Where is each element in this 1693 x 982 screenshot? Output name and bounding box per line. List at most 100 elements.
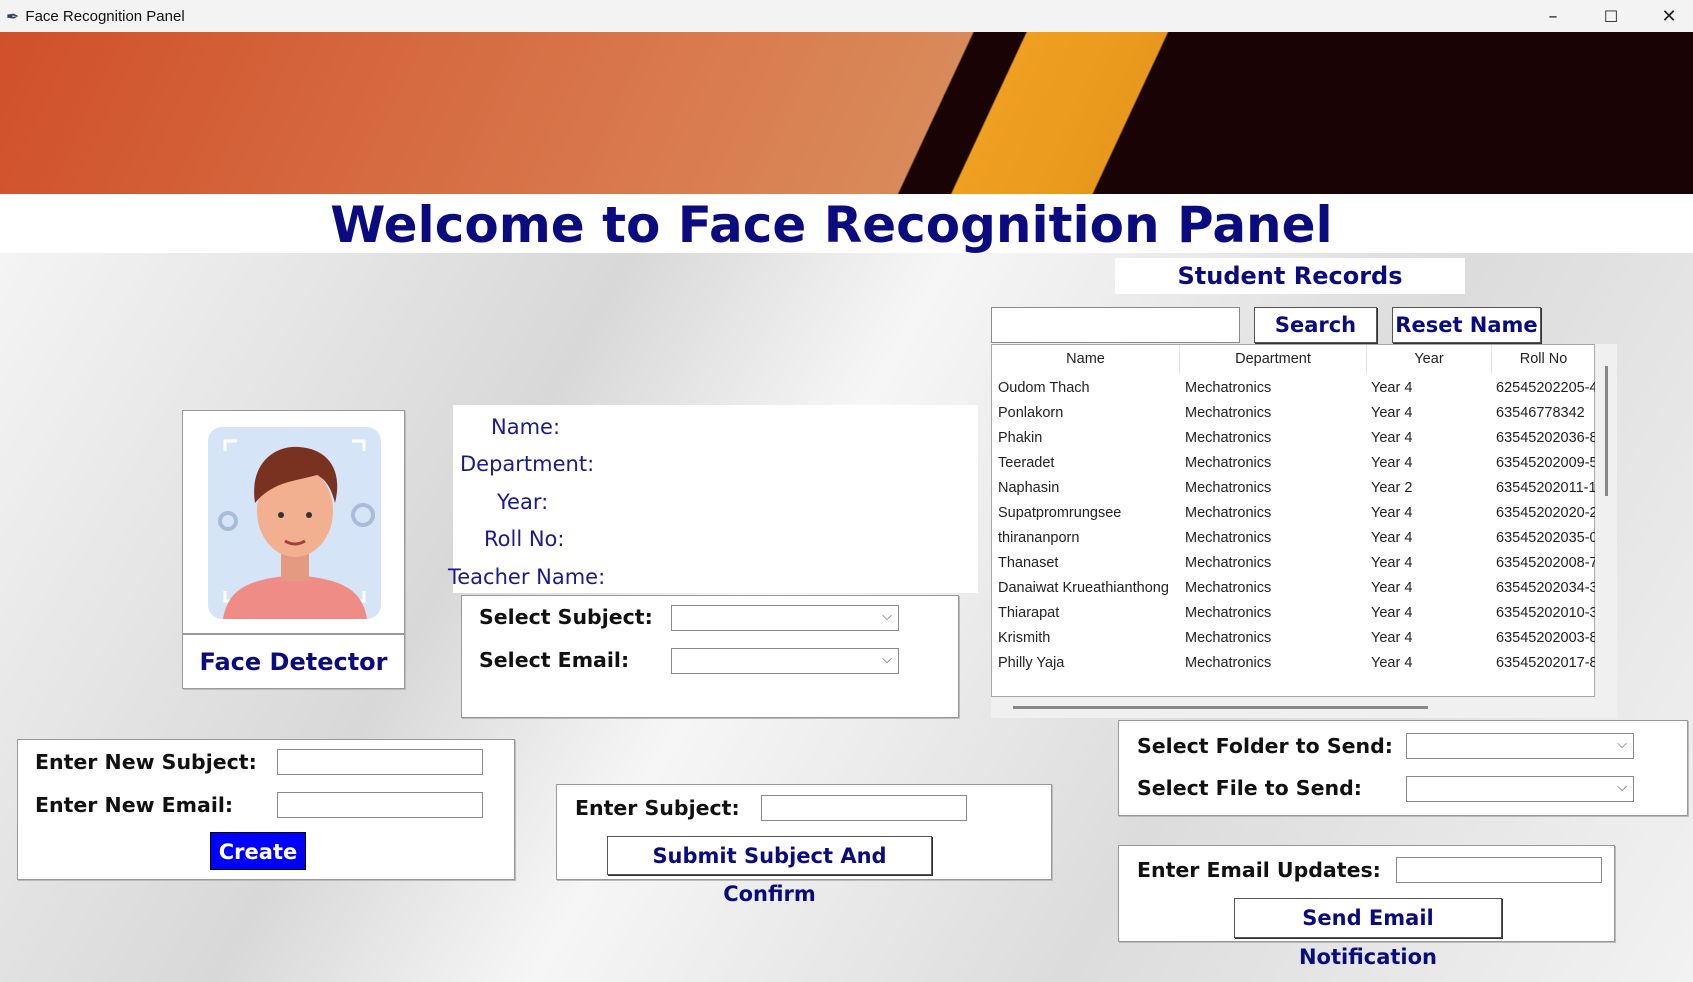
column-header-name[interactable]: Name (992, 345, 1180, 374)
send-file-panel: Select Folder to Send: ⌵ Select File to … (1118, 720, 1688, 816)
cell-year: Year 4 (1371, 630, 1413, 646)
window-title: Face Recognition Panel (25, 7, 185, 25)
cell-name: Supatpromrungsee (998, 505, 1122, 521)
table-row[interactable]: Danaiwat Krueathianthong Mechatronics Year… (992, 576, 1598, 601)
cell-year: Year 4 (1371, 505, 1413, 521)
select-folder-label: Select Folder to Send: (1137, 734, 1393, 758)
cell-name: Ponlakorn (998, 405, 1064, 421)
cell-department: Mechatronics (1185, 380, 1272, 396)
cell-department: Mechatronics (1185, 405, 1272, 421)
new-email-input[interactable] (277, 792, 483, 818)
student-table: Name Department Year Roll No Oudom Thach… (991, 344, 1598, 697)
cell-roll-no: 63545202011-1 (1496, 480, 1597, 496)
cell-roll-no: 63545202017-8 (1496, 655, 1598, 671)
email-combobox[interactable]: ⌵ (671, 648, 899, 674)
cell-roll-no: 63545202034-3 (1496, 580, 1598, 596)
table-row[interactable]: Philly Yaja Mechatronics Year 4 63545202017… (992, 651, 1598, 676)
horizontal-scrollbar[interactable] (991, 697, 1595, 718)
chevron-down-icon: ⌵ (1617, 780, 1627, 795)
table-row[interactable]: Krismith Mechatronics Year 4 63545202003-8 (992, 626, 1598, 651)
cell-name: Phakin (998, 430, 1043, 446)
cell-year: Year 2 (1371, 480, 1413, 496)
create-button[interactable]: Create (210, 832, 306, 870)
cell-roll-no: 63545202008-7 (1496, 555, 1598, 571)
department-label: Department: (460, 452, 595, 476)
vertical-scrollbar[interactable] (1595, 344, 1617, 718)
cell-name: Danaiwat Krueathianthong (998, 580, 1169, 596)
select-file-label: Select File to Send: (1137, 776, 1362, 800)
table-row[interactable]: Teeradet Mechatronics Year 4 63545202009-5 (992, 451, 1598, 476)
maximize-button[interactable]: ☐ (1582, 0, 1640, 32)
table-row[interactable]: Ponlakorn Mechatronics Year 4 63546778342 (992, 401, 1592, 426)
cell-department: Mechatronics (1185, 555, 1272, 571)
table-row[interactable]: Thiarapat Mechatronics Year 4 63545202010-3 (992, 601, 1598, 626)
column-header-department[interactable]: Department (1180, 345, 1367, 374)
email-updates-panel: Enter Email Updates: Send Email Notifica… (1118, 845, 1615, 969)
select-email-label: Select Email: (479, 648, 630, 672)
face-detector-label[interactable]: Face Detector (182, 634, 405, 689)
year-label: Year: (497, 490, 549, 514)
cell-year: Year 4 (1371, 655, 1413, 671)
chevron-down-icon: ⌵ (1617, 737, 1627, 752)
cell-department: Mechatronics (1185, 530, 1272, 546)
enter-subject-label: Enter Subject: (575, 796, 740, 820)
student-info-panel: Name: Department: Year: Roll No: Teacher… (448, 405, 978, 593)
reset-name-button[interactable]: Reset Name (1392, 307, 1541, 343)
cell-name: Krismith (998, 630, 1051, 646)
cell-department: Mechatronics (1185, 630, 1272, 646)
page-title: Welcome to Face Recognition Panel (0, 194, 1693, 254)
table-row[interactable]: Thanaset Mechatronics Year 4 63545202008-7 (992, 551, 1598, 576)
new-email-label: Enter New Email: (35, 793, 234, 817)
email-updates-label: Enter Email Updates: (1137, 858, 1381, 882)
cell-year: Year 4 (1371, 455, 1413, 471)
cell-name: Thanaset (998, 555, 1059, 571)
table-row[interactable]: Oudom Thach Mechatronics Year 4 62545202205… (992, 376, 1598, 401)
cell-roll-no: 63545202036-8 (1496, 430, 1598, 446)
select-subject-label: Select Subject: (479, 605, 653, 629)
face-image-frame (182, 410, 405, 634)
cell-department: Mechatronics (1185, 580, 1272, 596)
chevron-down-icon: ⌵ (882, 652, 892, 667)
cell-department: Mechatronics (1185, 505, 1272, 521)
search-input[interactable] (991, 307, 1240, 343)
search-button[interactable]: Search (1254, 307, 1377, 343)
cell-department: Mechatronics (1185, 655, 1272, 671)
folder-combobox[interactable]: ⌵ (1406, 733, 1634, 759)
teacher-name-label: Teacher Name: (448, 565, 606, 589)
cell-year: Year 4 (1371, 530, 1413, 546)
close-button[interactable]: ✕ (1640, 0, 1693, 32)
scrollbar-thumb[interactable] (1013, 706, 1428, 709)
submit-subject-button[interactable]: Submit Subject And Confirm (607, 836, 932, 906)
scrollbar-thumb[interactable] (1605, 366, 1608, 496)
subject-combobox[interactable]: ⌵ (671, 605, 899, 631)
cell-roll-no: 62545202205-4 (1496, 380, 1598, 396)
name-label: Name: (491, 415, 561, 439)
roll-no-label: Roll No: (484, 527, 565, 551)
file-combobox[interactable]: ⌵ (1406, 776, 1634, 802)
email-updates-input[interactable] (1396, 857, 1602, 883)
table-row[interactable]: Supatpromrungsee Mechatronics Year 4 635452… (992, 501, 1598, 526)
cell-year: Year 4 (1371, 405, 1413, 421)
minimize-button[interactable]: – (1524, 0, 1582, 32)
new-subject-input[interactable] (277, 749, 483, 775)
cell-name: Naphasin (998, 480, 1060, 496)
column-header-roll-no[interactable]: Roll No (1492, 345, 1596, 374)
subject-input[interactable] (761, 795, 967, 821)
create-panel: Enter New Subject: Enter New Email: Crea… (17, 739, 515, 880)
cell-name: Oudom Thach (998, 380, 1090, 396)
cell-roll-no: 63545202009-5 (1496, 455, 1598, 471)
select-panel: Select Subject: ⌵ Select Email: ⌵ (461, 595, 959, 718)
cell-roll-no: 63545202020-2 (1496, 505, 1598, 521)
header-banner (0, 32, 1693, 194)
app-feather-icon: ✒ (6, 6, 20, 26)
table-row[interactable]: Phakin Mechatronics Year 4 63545202036-8 (992, 426, 1598, 451)
cell-department: Mechatronics (1185, 480, 1272, 496)
send-email-notification-button[interactable]: Send Email Notification (1234, 898, 1502, 969)
table-row[interactable]: thirananporn Mechatronics Year 4 6354520203… (992, 526, 1598, 551)
column-header-year[interactable]: Year (1367, 345, 1492, 374)
cell-roll-no: 63545202010-3 (1496, 605, 1598, 621)
cell-name: Teeradet (998, 455, 1055, 471)
table-row[interactable]: Naphasin Mechatronics Year 2 63545202011-1 (992, 476, 1597, 501)
cell-name: Thiarapat (998, 605, 1060, 621)
cell-roll-no: 63545202035-0 (1496, 530, 1598, 546)
